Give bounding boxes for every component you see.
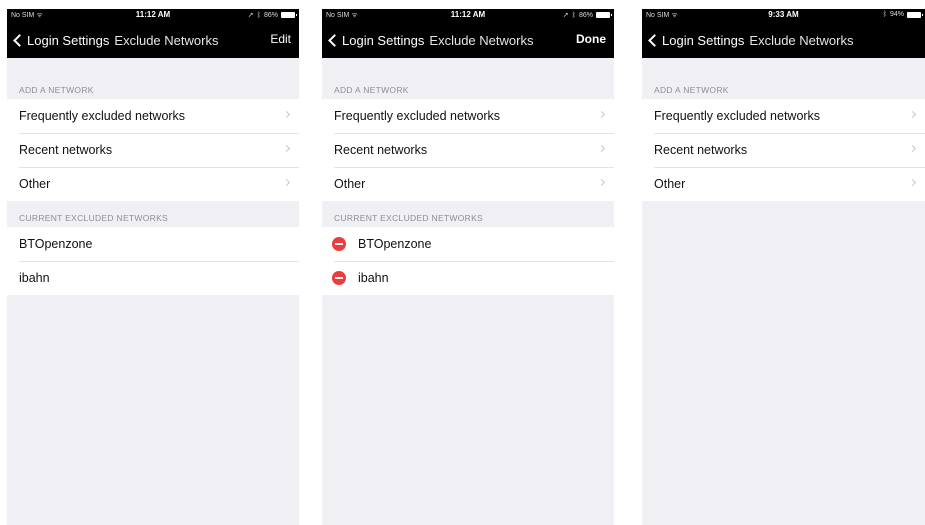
done-button[interactable]: Done (576, 32, 606, 46)
row-label: Recent networks (19, 143, 113, 157)
row-label: Other (654, 177, 686, 191)
section-header-add: ADD A NETWORK (654, 85, 729, 95)
page-title: Exclude Networks (429, 33, 534, 48)
chevron-right-icon (282, 110, 291, 119)
battery-icon (596, 12, 612, 18)
list-item-recent-networks[interactable]: Recent networks (7, 133, 299, 167)
chevron-right-icon (282, 144, 291, 153)
row-label: ibahn (358, 271, 389, 285)
row-label: BTOpenzone (358, 237, 432, 251)
battery-percent: 86% (578, 11, 593, 19)
battery-percent: 86% (263, 11, 278, 19)
row-label: Other (19, 177, 51, 191)
row-label: Frequently excluded networks (654, 109, 821, 123)
row-label: Recent networks (334, 143, 428, 157)
page-title: Exclude Networks (749, 33, 854, 48)
section-header-current: CURRENT EXCLUDED NETWORKS (334, 213, 484, 223)
row-label: Frequently excluded networks (19, 109, 186, 123)
list-item-network: ibahn (322, 261, 614, 295)
add-network-list: Frequently excluded networks Recent netw… (322, 99, 614, 201)
back-label: Login Settings (662, 33, 745, 48)
nav-bar: Login Settings Exclude Networks Done (322, 23, 614, 58)
list-item-frequently-excluded[interactable]: Frequently excluded networks (7, 99, 299, 133)
chevron-left-icon (648, 34, 661, 47)
top-bar: No SIM ᯤ 9:33 AM ᛒ 94% Login Settings Exc… (642, 9, 925, 58)
row-label: Frequently excluded networks (334, 109, 501, 123)
list-item-other[interactable]: Other (7, 167, 299, 201)
status-bar: No SIM ᯤ 11:12 AM ➚ ᛒ 86% (322, 9, 614, 23)
chevron-right-icon (597, 178, 606, 187)
section-header-add: ADD A NETWORK (19, 85, 94, 95)
chevron-right-icon (908, 110, 917, 119)
row-label: Recent networks (654, 143, 748, 157)
status-right: ᛒ 94% (882, 11, 923, 18)
nav-bar: Login Settings Exclude Networks Edit (7, 23, 299, 58)
bluetooth-icon: ᛒ (571, 11, 576, 19)
list-item-recent-networks[interactable]: Recent networks (642, 133, 925, 167)
list-item-network[interactable]: ibahn (7, 261, 299, 295)
chevron-right-icon (282, 178, 291, 187)
list-item-network: BTOpenzone (322, 227, 614, 261)
phone-screen-edit: No SIM ᯤ 11:12 AM ➚ ᛒ 86% Login Settings … (322, 9, 614, 525)
excluded-network-list: BTOpenzone ibahn (322, 227, 614, 295)
row-label: BTOpenzone (19, 237, 93, 251)
list-item-frequently-excluded[interactable]: Frequently excluded networks (642, 99, 925, 133)
battery-icon (907, 11, 923, 18)
list-item-recent-networks[interactable]: Recent networks (322, 133, 614, 167)
nav-bar: Login Settings Exclude Networks (642, 23, 925, 58)
top-bar: No SIM ᯤ 11:12 AM ➚ ᛒ 86% Login Settings … (322, 9, 614, 58)
location-icon: ➚ (247, 12, 254, 19)
list-item-other[interactable]: Other (322, 167, 614, 201)
phone-screen-empty: No SIM ᯤ 9:33 AM ᛒ 94% Login Settings Exc… (642, 9, 925, 525)
chevron-left-icon (328, 34, 341, 47)
section-header-current: CURRENT EXCLUDED NETWORKS (19, 213, 169, 223)
page-title: Exclude Networks (114, 33, 219, 48)
location-icon: ➚ (562, 12, 569, 19)
delete-icon[interactable] (332, 237, 346, 251)
top-bar: No SIM ᯤ 11:12 AM ➚ ᛒ 86% Login Settings … (7, 9, 299, 58)
row-label: Other (334, 177, 366, 191)
edit-button[interactable]: Edit (270, 32, 291, 46)
list-item-network[interactable]: BTOpenzone (7, 227, 299, 261)
back-label: Login Settings (342, 33, 425, 48)
row-label: ibahn (19, 271, 50, 285)
add-network-list: Frequently excluded networks Recent netw… (7, 99, 299, 201)
phone-screen-normal: No SIM ᯤ 11:12 AM ➚ ᛒ 86% Login Settings … (7, 9, 299, 525)
bluetooth-icon: ᛒ (256, 11, 261, 19)
back-button[interactable]: Login Settings (647, 33, 744, 48)
list-item-frequently-excluded[interactable]: Frequently excluded networks (322, 99, 614, 133)
status-bar: No SIM ᯤ 11:12 AM ➚ ᛒ 86% (7, 9, 299, 23)
delete-icon[interactable] (332, 271, 346, 285)
back-button[interactable]: Login Settings (12, 33, 109, 48)
status-right: ➚ ᛒ 86% (562, 11, 612, 19)
add-network-list: Frequently excluded networks Recent netw… (642, 99, 925, 201)
chevron-right-icon (908, 144, 917, 153)
back-button[interactable]: Login Settings (327, 33, 424, 48)
chevron-left-icon (13, 34, 26, 47)
excluded-network-list: BTOpenzone ibahn (7, 227, 299, 295)
section-header-add: ADD A NETWORK (334, 85, 409, 95)
status-bar: No SIM ᯤ 9:33 AM ᛒ 94% (642, 9, 925, 23)
bluetooth-icon: ᛒ (882, 11, 887, 18)
chevron-right-icon (908, 178, 917, 187)
status-right: ➚ ᛒ 86% (247, 11, 297, 19)
screenshot-stage: No SIM ᯤ 11:12 AM ➚ ᛒ 86% Login Settings … (0, 0, 925, 525)
list-item-other[interactable]: Other (642, 167, 925, 201)
back-label: Login Settings (27, 33, 110, 48)
battery-percent: 94% (889, 11, 904, 18)
battery-icon (281, 12, 297, 18)
chevron-right-icon (597, 144, 606, 153)
chevron-right-icon (597, 110, 606, 119)
